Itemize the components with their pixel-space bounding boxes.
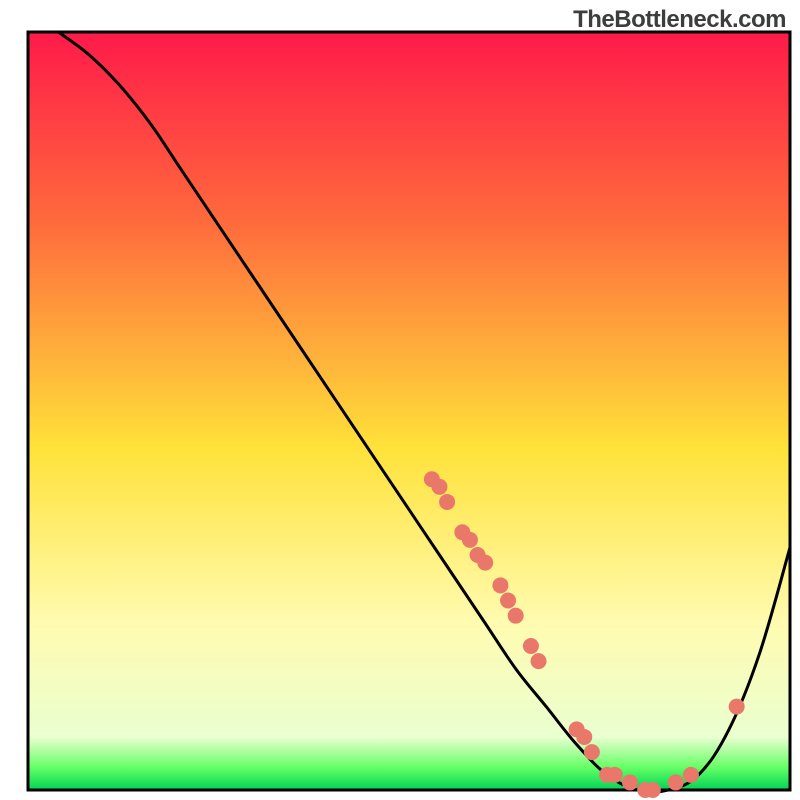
plot-background [28,32,790,790]
data-point [607,767,623,783]
data-point [622,774,638,790]
data-point [683,767,699,783]
brand-watermark: TheBottleneck.com [573,6,786,34]
chart-container: TheBottleneck.com [0,0,800,800]
data-point [645,782,661,798]
data-point [576,729,592,745]
data-point [477,555,493,571]
data-point [431,479,447,495]
data-point [508,608,524,624]
data-point [462,532,478,548]
data-point [439,494,455,510]
data-point [668,774,684,790]
data-point [492,577,508,593]
data-point [584,744,600,760]
data-point [523,638,539,654]
data-point [531,653,547,669]
chart-svg [0,0,800,800]
data-point [500,593,516,609]
data-point [729,699,745,715]
